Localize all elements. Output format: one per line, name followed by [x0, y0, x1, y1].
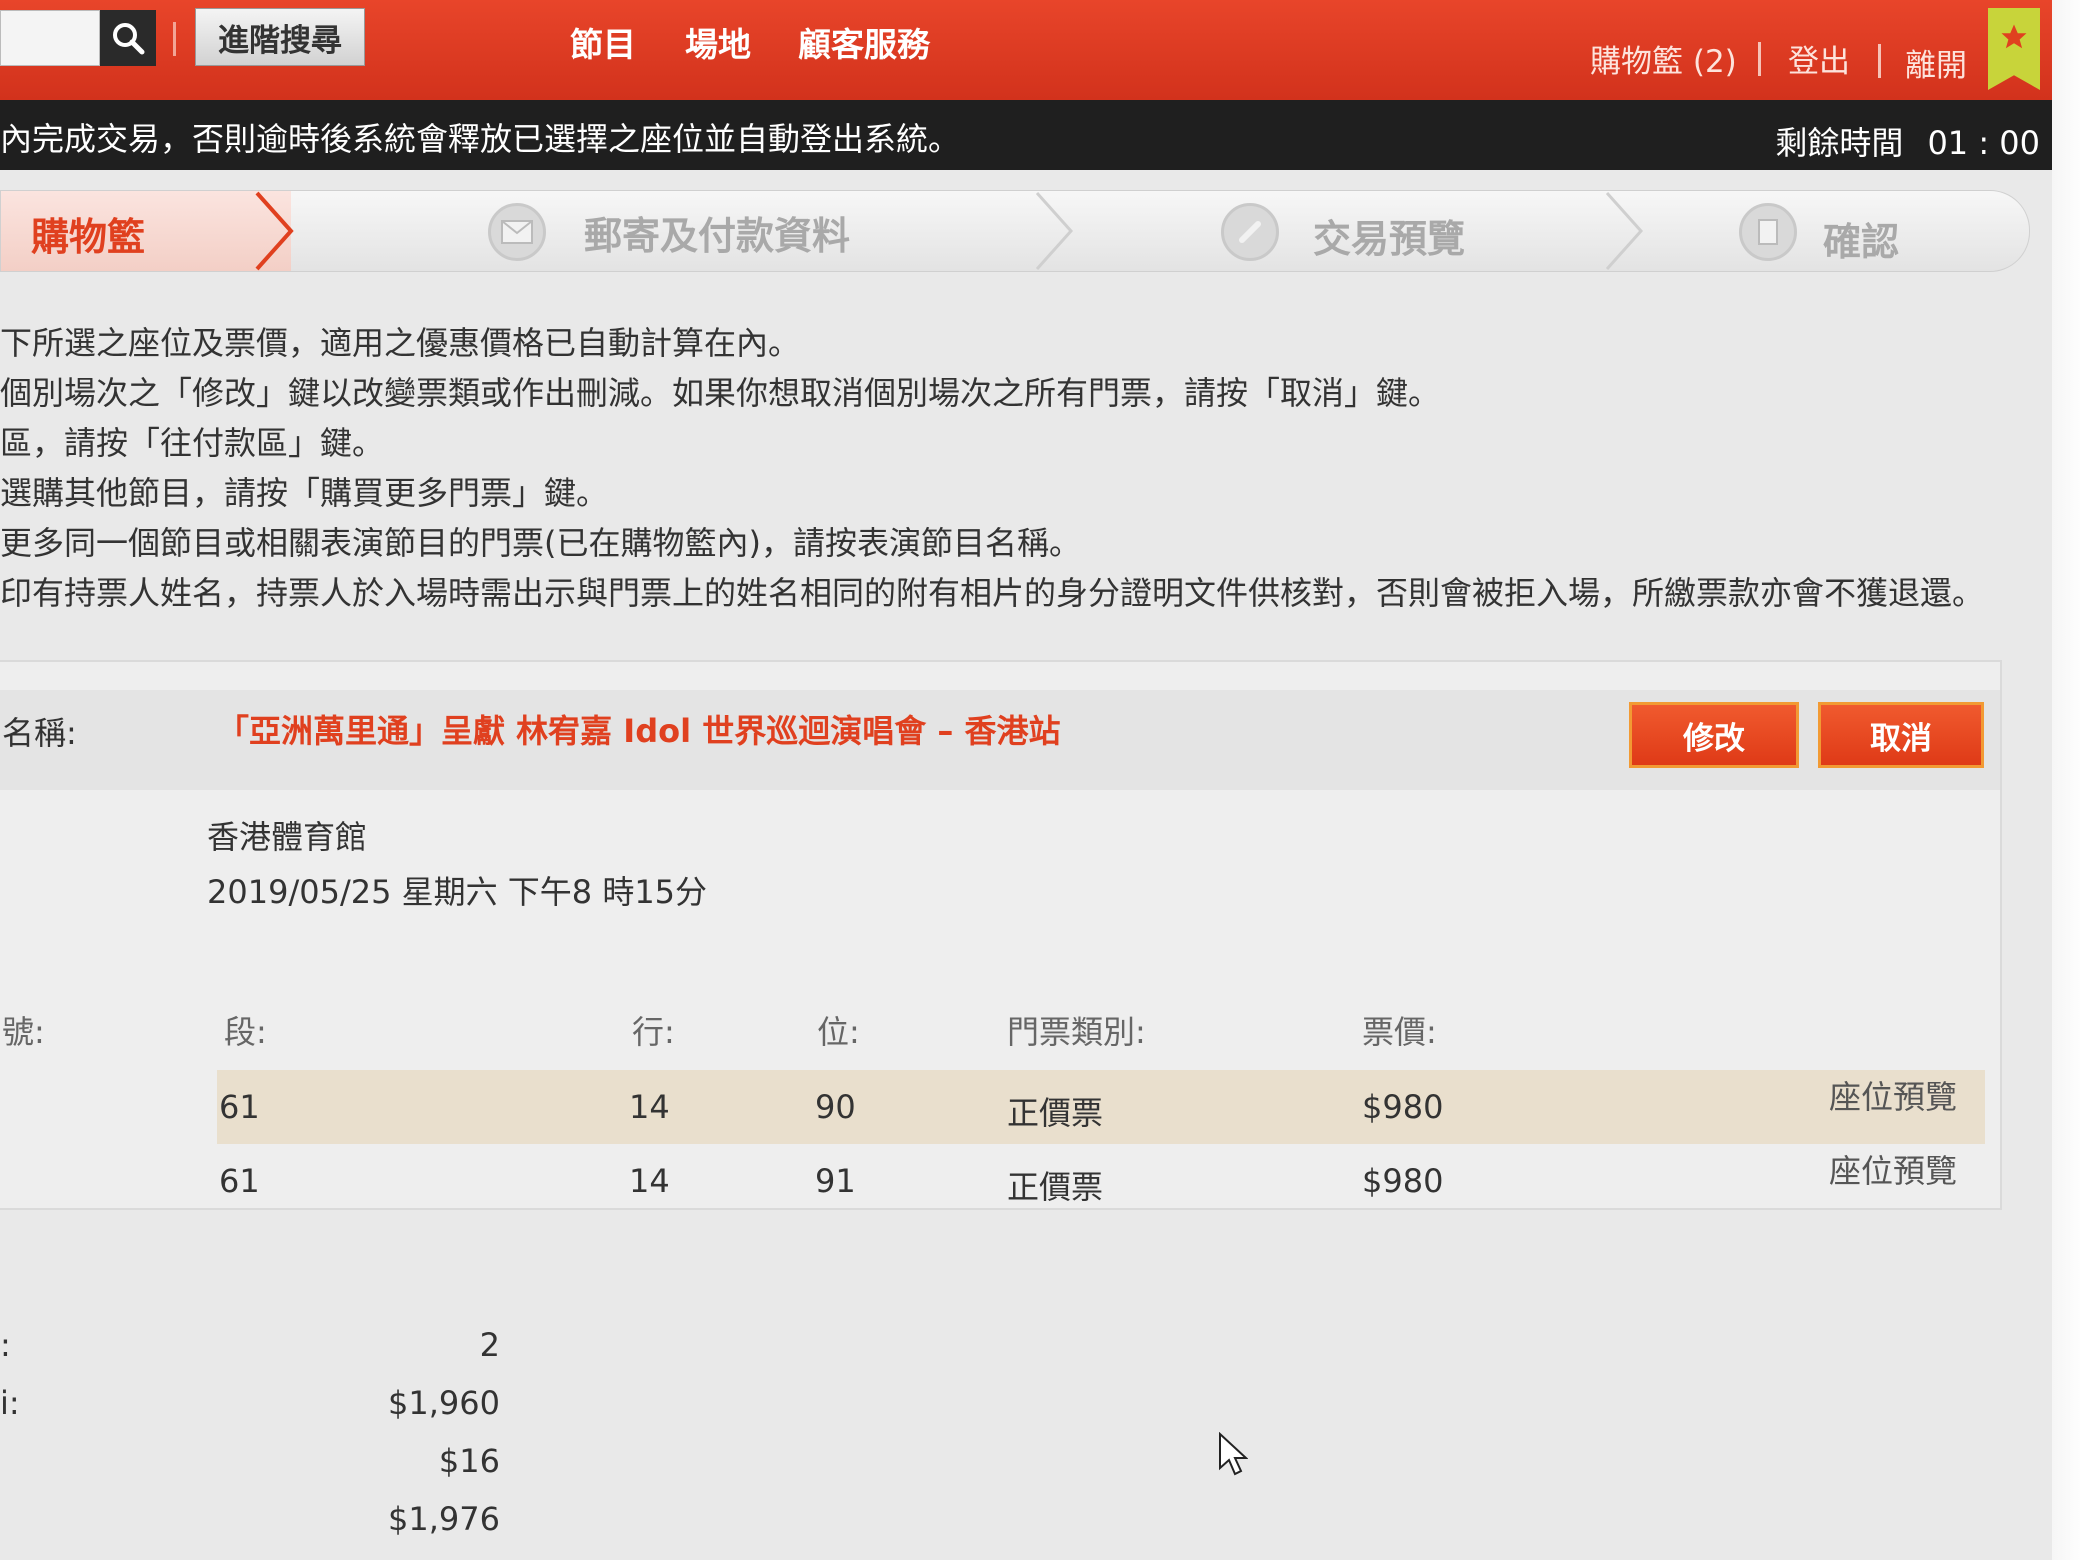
mail-icon [488, 203, 546, 261]
ticket-price: $980 [1362, 1088, 1444, 1126]
seat-preview-link[interactable]: 座位預覽 [1829, 1072, 1957, 1118]
ticket-type: 正價票 [1007, 1094, 1104, 1132]
instruction-line: 個別場次之「修改」鍵以改變票類或作出刪減。如果你想取消個別場次之所有門票，請按「… [0, 374, 1441, 412]
order-totals: : 2 i: $1,960 $16 $1,976 [0, 1318, 520, 1550]
search-icon [113, 23, 145, 55]
step-confirm: 確認 [1823, 220, 1900, 264]
chevron-right-icon [1605, 191, 1644, 271]
pencil-icon [1221, 203, 1279, 261]
search-button[interactable] [100, 10, 156, 66]
instructions: 下所選之座位及票價，適用之優惠價格已自動計算在內。 個別場次之「修改」鍵以改變票… [0, 318, 1984, 618]
mouse-cursor-icon [1219, 1432, 1248, 1476]
seat-row-number: 14 [629, 1088, 670, 1126]
chevron-right-icon [1035, 191, 1074, 271]
seat-section: 61 [219, 1162, 260, 1200]
step-cart: 購物籃 [31, 215, 146, 259]
nav-venues[interactable]: 場地 [685, 18, 751, 66]
seat-preview-link[interactable]: 座位預覽 [1829, 1146, 1957, 1192]
nav-programmes[interactable]: 節目 [570, 18, 636, 66]
seat-label: 號: [2, 1013, 45, 1051]
seat-section: 61 [219, 1088, 260, 1126]
table-row: 61 14 90 正價票 $980 座位預覽 [217, 1070, 1985, 1144]
instruction-line: 選購其他節目，請按「購買更多門票」鍵。 [0, 474, 609, 512]
instruction-line: 下所選之座位及票價，適用之優惠價格已自動計算在內。 [0, 324, 801, 362]
window-edge [2052, 0, 2080, 1560]
exit-link[interactable]: 離開 [1905, 40, 1967, 85]
nav-customer-service[interactable]: 顧客服務 [798, 18, 930, 66]
search-input[interactable] [0, 10, 100, 66]
venue: 香港體育館 [207, 818, 368, 856]
instruction-line: 印有持票人姓名，持票人於入場時需出示與門票上的姓名相同的附有相片的身分證明文件供… [0, 574, 1985, 612]
seat-number: 91 [815, 1162, 856, 1200]
seat-row-number: 14 [629, 1162, 670, 1200]
top-bar: 進階搜尋 節目 場地 顧客服務 購物籃 (2) 登出 離開 [0, 0, 2052, 100]
column-row: 行: [632, 1013, 675, 1051]
column-ticket-type: 門票類別: [1007, 1013, 1146, 1051]
subtotal: $1,960 [388, 1384, 500, 1422]
column-price: 票價: [1362, 1013, 1437, 1051]
star-icon [2001, 24, 2027, 49]
event-panel: 名稱: 「亞洲萬里通」呈獻 林宥嘉 Idol 世界巡迴演唱會 – 香港站 修改 … [0, 660, 2002, 1210]
event-datetime: 2019/05/25 星期六 下午8 時15分 [207, 873, 708, 911]
event-title-link[interactable]: 「亞洲萬里通」呈獻 林宥嘉 Idol 世界巡迴演唱會 – 香港站 [217, 706, 1060, 752]
bookmark-badge[interactable] [1988, 8, 2040, 90]
edit-button[interactable]: 修改 [1629, 702, 1799, 768]
step-transaction-preview: 交易預覽 [1313, 217, 1466, 261]
remaining-time-value: 01 : 00 [1927, 124, 2040, 162]
total-quantity-row: : 2 [0, 1318, 520, 1376]
remaining-time-label: 剩餘時間 [1775, 124, 1904, 162]
cancel-button[interactable]: 取消 [1818, 702, 1984, 768]
service-fee: $16 [438, 1442, 500, 1480]
ticket-type: 正價票 [1007, 1168, 1104, 1206]
divider [1878, 44, 1881, 78]
grand-total: $1,976 [388, 1500, 500, 1538]
document-icon [1739, 203, 1797, 261]
timeout-warning-text: 內完成交易，否則逾時後系統會釋放已選擇之座位並自動登出系統。 [0, 120, 961, 158]
column-seat: 位: [817, 1013, 860, 1051]
step-delivery-payment: 郵寄及付款資料 [584, 214, 851, 258]
total-quantity-label: : [0, 1326, 11, 1364]
divider [1758, 42, 1761, 76]
fee-row: $16 [0, 1434, 520, 1492]
remaining-time: 剩餘時間 01 : 00 [1775, 118, 2040, 164]
total-quantity: 2 [479, 1326, 500, 1364]
event-name-label: 名稱: [2, 714, 77, 752]
instruction-line: 區，請按「往付款區」鍵。 [0, 424, 385, 462]
subtotal-label: i: [0, 1384, 20, 1422]
subtotal-row: i: $1,960 [0, 1376, 520, 1434]
ticket-price: $980 [1362, 1162, 1444, 1200]
table-row: 61 14 91 正價票 $980 座位預覽 [217, 1144, 1985, 1218]
divider [173, 22, 176, 56]
logout-link[interactable]: 登出 [1788, 36, 1850, 81]
grand-total-row: $1,976 [0, 1492, 520, 1550]
column-section: 段: [224, 1013, 267, 1051]
timeout-warning-bar: 內完成交易，否則逾時後系統會釋放已選擇之座位並自動登出系統。 剩餘時間 01 : … [0, 100, 2052, 170]
instruction-line: 更多同一個節目或相關表演節目的門票(已在購物籃內)，請按表演節目名稱。 [0, 524, 1081, 562]
chevron-right-icon [255, 191, 294, 271]
checkout-steps: 購物籃 郵寄及付款資料 交易預覽 確認 [0, 190, 2030, 272]
seat-number: 90 [815, 1088, 856, 1126]
cart-link[interactable]: 購物籃 (2) [1590, 36, 1737, 81]
advanced-search-button[interactable]: 進階搜尋 [195, 8, 365, 66]
